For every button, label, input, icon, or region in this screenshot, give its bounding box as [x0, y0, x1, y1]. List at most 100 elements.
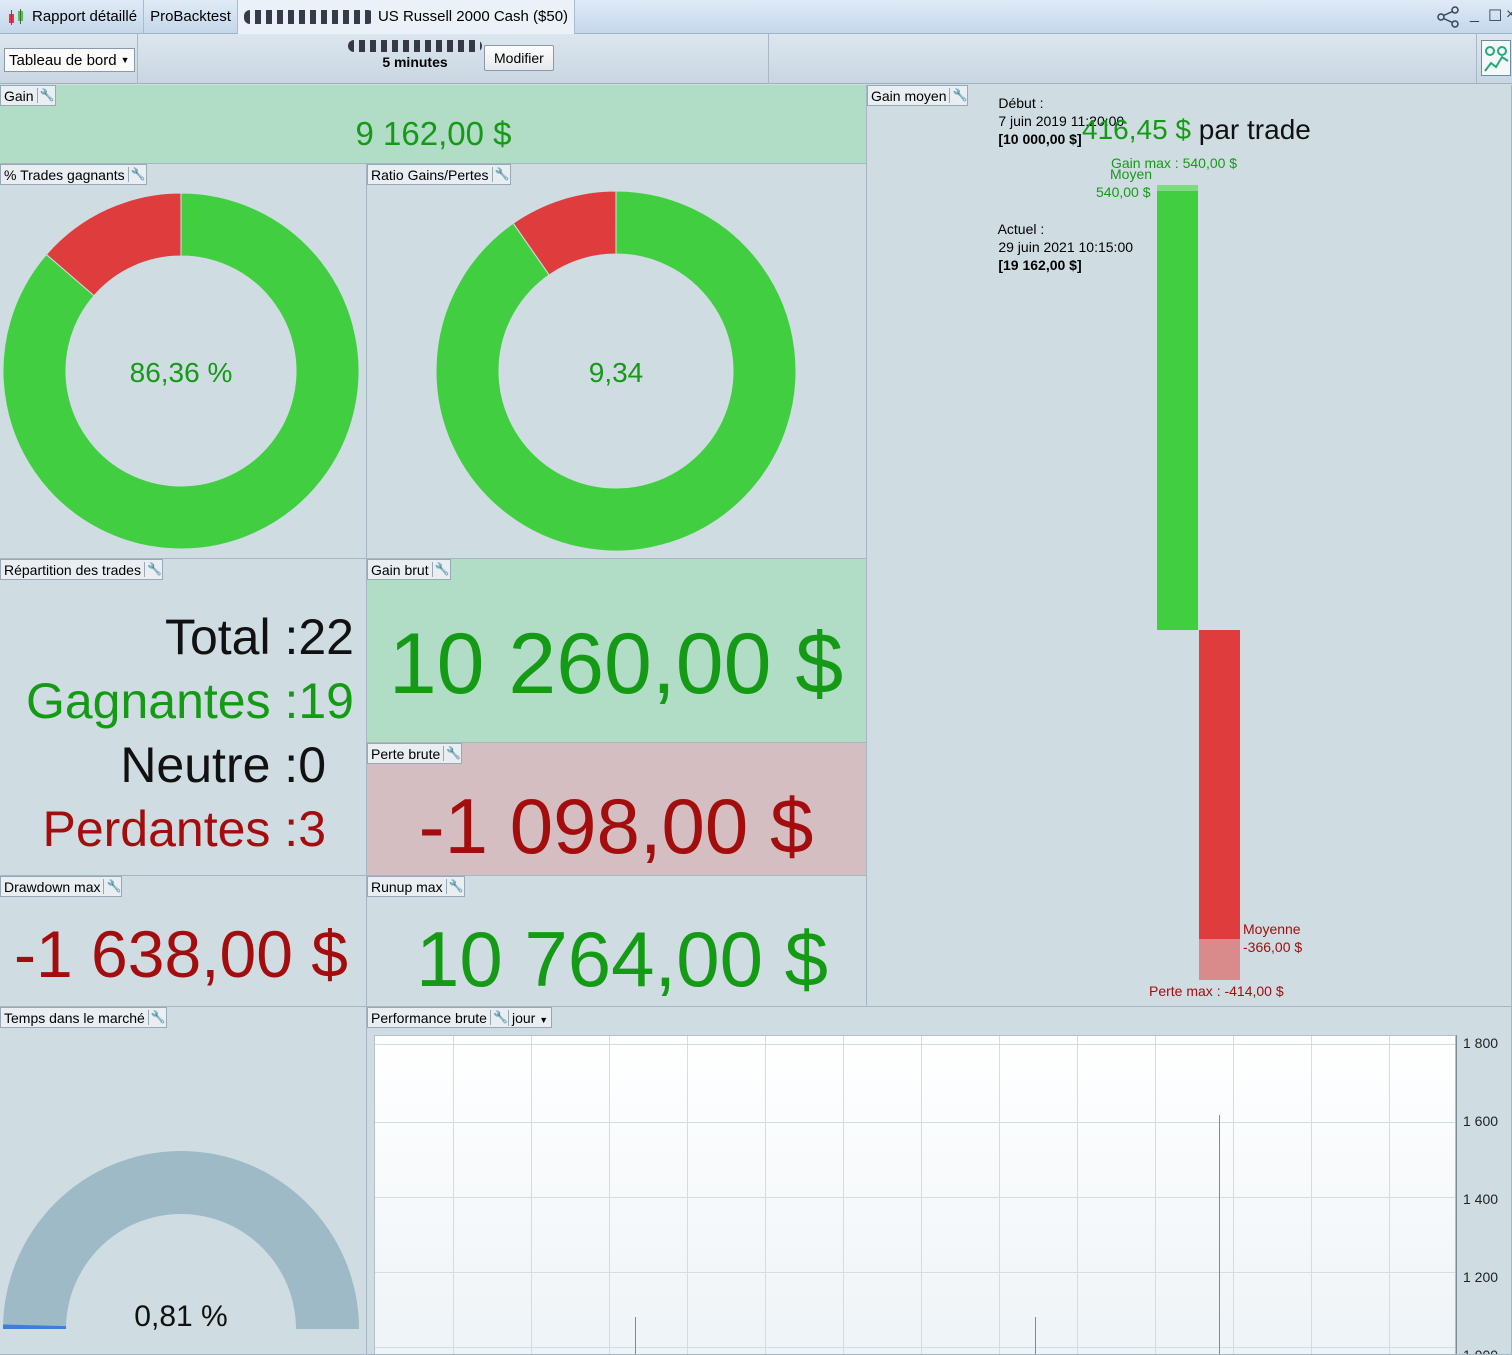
win-row: Gagnantes :19	[26, 669, 354, 733]
y-tick-label: 1 000	[1463, 1347, 1499, 1355]
candlestick-icon	[9, 8, 23, 25]
distribution-list: Total :22 Gagnantes :19 Neutre :0 Perdan…	[26, 605, 354, 861]
toolbar-divider	[768, 34, 769, 84]
neutral-label: Neutre :	[120, 737, 299, 793]
loss-row: Perdantes :3	[26, 797, 354, 861]
loss-label: Perdantes :	[42, 801, 299, 857]
minimize-icon[interactable]: _	[1470, 6, 1479, 24]
wrench-icon[interactable]: 🔧	[103, 879, 121, 894]
gross-gain-value: 10 260,00 $	[388, 616, 844, 712]
ratio-value: 9,34	[588, 357, 644, 388]
loss-value: 3	[298, 801, 326, 857]
avg-win-value: 540,00 $	[1096, 184, 1151, 200]
grid-line	[843, 1036, 844, 1354]
panel-title: Runup max 🔧	[367, 876, 465, 897]
grid-line	[1311, 1036, 1312, 1354]
y-tick-label: 1 800	[1463, 1035, 1499, 1051]
time-in-market-panel: Temps dans le marché 🔧 0,81 %	[0, 1007, 367, 1355]
y-axis: 1 800 1 600 1 400 1 200 1 000	[1456, 1035, 1511, 1355]
grid-line	[375, 1197, 1455, 1199]
panel-title-label: Gain brut	[371, 561, 429, 578]
wrench-icon[interactable]: 🔧	[431, 562, 450, 577]
wrench-icon[interactable]: 🔧	[445, 879, 464, 894]
performance-panel: Performance brute 🔧 jour ▼ 1 800 1 600 1…	[367, 1007, 1512, 1355]
panel-title-label: Gain	[4, 87, 34, 104]
performance-plot-area	[374, 1035, 1456, 1354]
avg-loss-bar	[1199, 630, 1240, 940]
dashboard-select-label: Tableau de bord	[9, 51, 117, 69]
wrench-icon[interactable]: 🔧	[443, 746, 461, 761]
modify-button[interactable]: Modifier	[484, 45, 554, 71]
toolbar-divider	[1476, 34, 1477, 84]
chevron-down-icon: ▼	[120, 55, 130, 65]
share-icon[interactable]	[1436, 6, 1462, 33]
y-tick-label: 1 400	[1463, 1191, 1499, 1207]
y-tick-label: 1 600	[1463, 1113, 1499, 1129]
panel-title-label: Perte brute	[371, 745, 441, 762]
grid-line	[1077, 1036, 1078, 1354]
grid-line	[687, 1036, 688, 1354]
wrench-icon[interactable]: 🔧	[143, 562, 162, 577]
panel-title: Gain brut 🔧	[367, 559, 451, 580]
tab-strategy[interactable]: US Russell 2000 Cash ($50)	[237, 0, 576, 34]
avg-gain-headline: 416,45 $ par trade	[1082, 114, 1311, 146]
grid-line	[375, 1122, 1455, 1124]
maximize-icon[interactable]: ☐	[1488, 6, 1502, 26]
avg-gain-panel: Gain moyen 🔧 416,45 $ par trade Gain max…	[867, 85, 1512, 1007]
wrench-icon[interactable]: 🔧	[949, 88, 967, 103]
neutral-row: Neutre :0	[26, 733, 354, 797]
timeframe-label: 5 minutes	[382, 54, 448, 70]
panel-title-label: Gain moyen	[871, 87, 947, 104]
total-value: 22	[298, 609, 354, 665]
panel-title: Gain 🔧	[0, 85, 56, 106]
y-tick-label: 1 200	[1463, 1269, 1499, 1285]
runup-panel: Runup max 🔧 10 764,00 $	[367, 876, 867, 1007]
redacted-strategy-name	[243, 9, 374, 24]
avg-win-bar	[1157, 191, 1198, 630]
wrench-icon[interactable]: 🔧	[36, 88, 55, 103]
timeframe-display: 5 minutes	[340, 40, 490, 70]
performance-bar	[634, 1317, 636, 1354]
report-toolbar: Tableau de bord ▼ 5 minutes Modifier Déb…	[0, 34, 1512, 273]
panel-title-label: Drawdown max	[4, 878, 101, 895]
grid-line	[1233, 1036, 1234, 1354]
panel-title: Perte brute 🔧	[367, 743, 463, 764]
grid-line	[765, 1036, 766, 1354]
avg-gain-value: 416,45 $	[1082, 114, 1191, 145]
panel-title: Gain moyen 🔧	[867, 85, 969, 106]
chevron-down-icon: ▼	[539, 1014, 549, 1025]
win-label: Gagnantes :	[25, 673, 299, 729]
gross-gain-panel: Gain brut 🔧 10 260,00 $	[367, 559, 867, 743]
gain-value: 9 162,00 $	[355, 115, 512, 152]
report-settings-icon[interactable]	[1481, 40, 1511, 76]
distribution-panel: Répartition des trades 🔧 Total :22 Gagna…	[0, 559, 367, 876]
panel-title: Répartition des trades 🔧	[0, 559, 163, 580]
dashboard-select[interactable]: Tableau de bord ▼	[4, 48, 135, 72]
max-loss-label: Perte max : -414,00 $	[1149, 983, 1284, 999]
win-value: 19	[298, 673, 354, 729]
wrench-icon[interactable]: 🔧	[489, 1010, 508, 1025]
tab-rapport-detaille[interactable]: Rapport détaillé	[0, 0, 145, 34]
drawdown-value: -1 638,00 $	[14, 917, 348, 991]
runup-value: 10 764,00 $	[415, 915, 829, 1003]
period-select[interactable]: jour ▼	[507, 1009, 549, 1026]
period-select-label: jour	[511, 1009, 536, 1026]
grid-line	[609, 1036, 610, 1354]
close-icon[interactable]: ×	[1506, 6, 1512, 24]
grid-line	[375, 1272, 1455, 1274]
grid-line	[531, 1036, 532, 1354]
avg-gain-suffix: par trade	[1198, 114, 1311, 145]
ratio-panel: Ratio Gains/Pertes 🔧 9,34	[367, 164, 867, 559]
drawdown-panel: Drawdown max 🔧 -1 638,00 $	[0, 876, 367, 1007]
redacted-strategy-name	[348, 40, 482, 52]
instrument-name: US Russell 2000 Cash ($50)	[377, 8, 569, 25]
panel-title-label: Runup max	[371, 878, 443, 895]
total-row: Total :22	[26, 605, 354, 669]
performance-bar	[1035, 1316, 1037, 1354]
grid-line	[921, 1036, 922, 1354]
tab-probacktest[interactable]: ProBacktest	[144, 0, 238, 34]
panel-title: Drawdown max 🔧	[0, 876, 123, 897]
tab-label: Rapport détaillé	[32, 8, 138, 25]
panel-title: Performance brute 🔧 jour ▼	[367, 1007, 553, 1028]
panel-title-label: Performance brute	[371, 1009, 487, 1026]
